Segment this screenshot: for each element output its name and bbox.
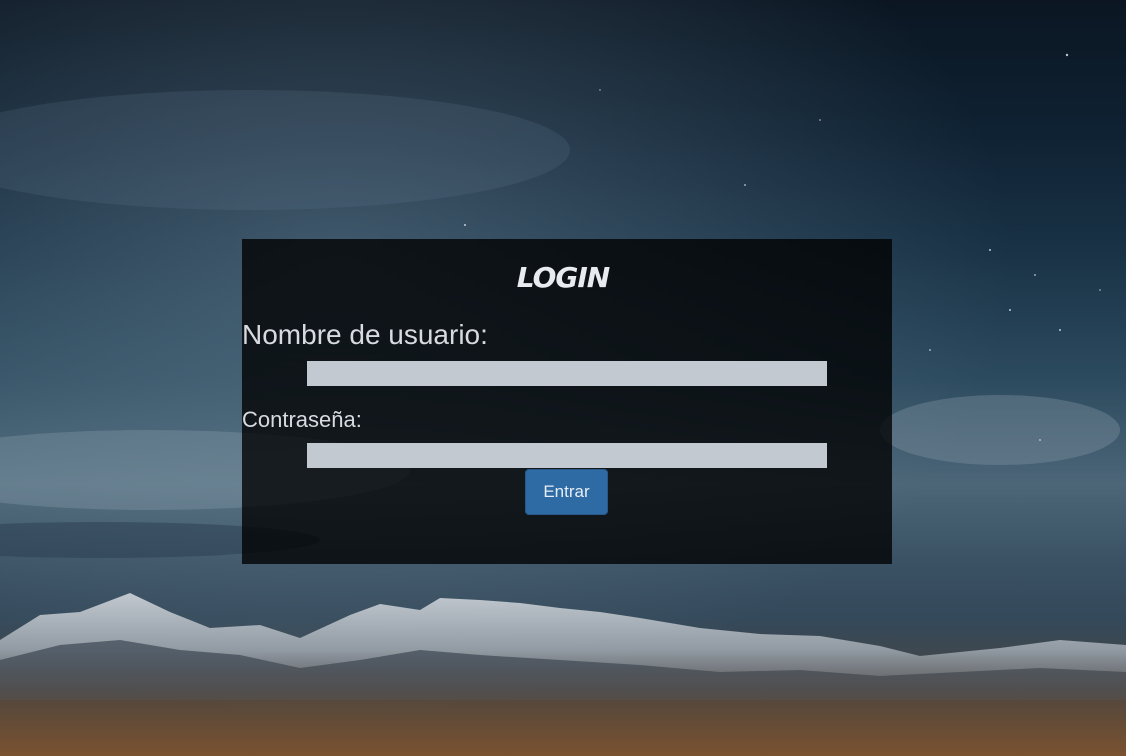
username-label: Nombre de usuario: (242, 319, 488, 350)
login-title: LOGIN (516, 261, 610, 294)
password-label: Contraseña: (242, 407, 362, 432)
password-input[interactable] (307, 443, 827, 468)
submit-button[interactable]: Entrar (525, 469, 608, 515)
username-input[interactable] (307, 361, 827, 386)
